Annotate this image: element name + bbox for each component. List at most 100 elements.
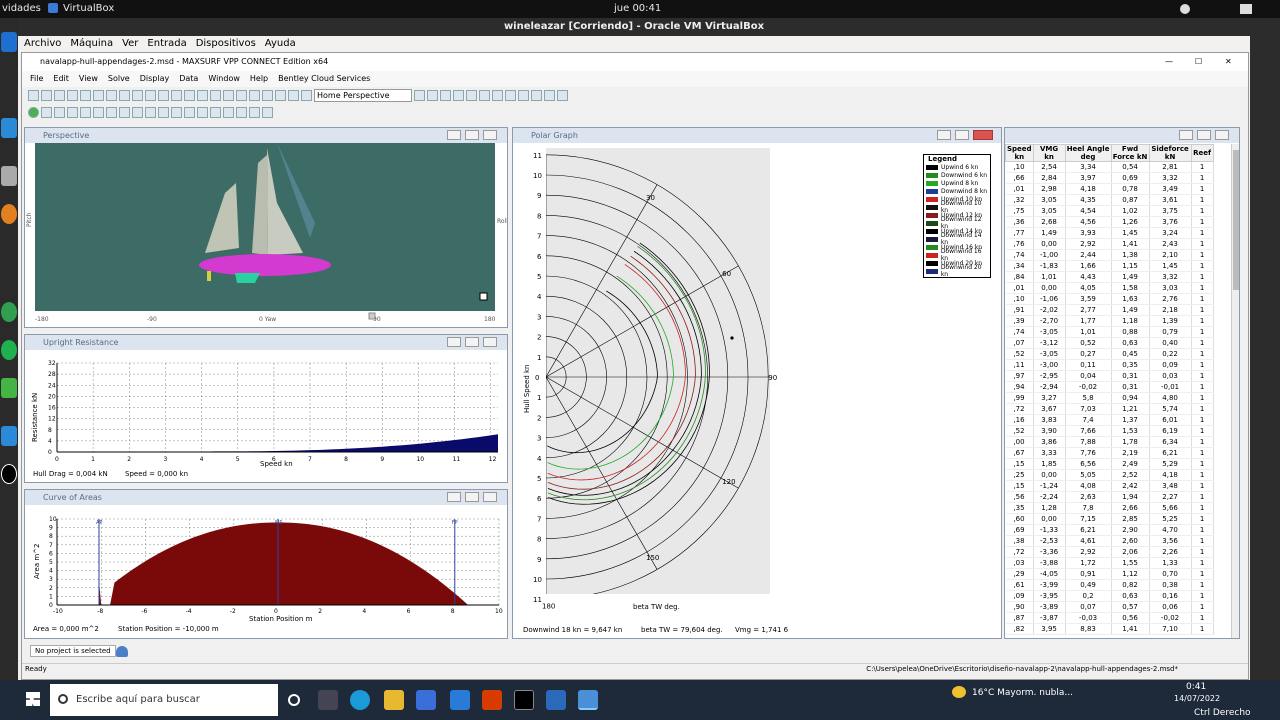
table-cell[interactable]: -4,05 [1033, 568, 1066, 580]
table-cell[interactable]: 3,93 [1065, 227, 1112, 239]
menu-edit[interactable]: Edit [53, 71, 69, 87]
store-icon[interactable] [416, 690, 436, 710]
table-cell[interactable]: 7,03 [1065, 403, 1112, 415]
tool-c-icon[interactable] [67, 107, 78, 118]
minimize-icon[interactable] [937, 130, 951, 140]
rect-icon[interactable] [145, 107, 156, 118]
table-cell[interactable]: 1,12 [1111, 568, 1150, 580]
table-cell[interactable]: 4,80 [1149, 392, 1192, 404]
table-cell[interactable]: 0,2 [1065, 590, 1112, 602]
table-cell[interactable]: ,11 [1005, 359, 1034, 371]
table-row[interactable]: ,94 -2,94 -0,02 0,31 -0,01 1 [1005, 381, 1214, 393]
table-cell[interactable]: 3,05 [1033, 194, 1066, 206]
table-cell[interactable]: 0,94 [1111, 392, 1150, 404]
table-cell[interactable]: 1,77 [1065, 315, 1112, 327]
table-cell[interactable]: 0,49 [1065, 579, 1112, 591]
table-cell[interactable]: -0,03 [1065, 612, 1112, 624]
minimize-icon[interactable] [1179, 130, 1193, 140]
wave2-icon[interactable] [492, 90, 503, 101]
close-doc-icon[interactable] [54, 90, 65, 101]
table-row[interactable]: ,76 0,00 2,92 1,41 2,43 1 [1005, 238, 1214, 250]
maximize-icon[interactable] [465, 130, 479, 140]
table-cell[interactable]: 5,66 [1149, 502, 1192, 514]
table-cell[interactable]: ,67 [1005, 447, 1034, 459]
power-icon[interactable] [1240, 4, 1252, 14]
table-cell[interactable]: 3,27 [1033, 392, 1066, 404]
table-cell[interactable]: 1 [1191, 315, 1214, 327]
print-icon[interactable] [132, 90, 143, 101]
table-cell[interactable]: ,15 [1005, 480, 1034, 492]
table-cell[interactable]: 2,98 [1033, 183, 1066, 195]
close-icon[interactable] [483, 130, 497, 140]
table-cell[interactable]: ,60 [1005, 513, 1034, 525]
table-cell[interactable]: 1,94 [1111, 491, 1150, 503]
table-cell[interactable]: -2,24 [1033, 491, 1066, 503]
table-cell[interactable]: 1 [1191, 172, 1214, 184]
table-cell[interactable]: 1 [1191, 271, 1214, 283]
table-cell[interactable]: 0,87 [1111, 194, 1150, 206]
table-cell[interactable]: 1 [1191, 205, 1214, 217]
table-cell[interactable]: 3,86 [1033, 436, 1066, 448]
table-cell[interactable]: 1,85 [1033, 458, 1066, 470]
table-row[interactable]: ,25 0,00 5,05 2,52 4,18 1 [1005, 469, 1214, 481]
table-cell[interactable]: 1,45 [1111, 227, 1150, 239]
table-cell[interactable]: 5,8 [1065, 392, 1112, 404]
table-cell[interactable]: 1,66 [1065, 260, 1112, 272]
table-scrollbar[interactable] [1231, 144, 1239, 638]
table-cell[interactable]: -1,00 [1033, 249, 1066, 261]
office-dock-icon[interactable] [1, 378, 17, 398]
minimize-icon[interactable] [447, 492, 461, 502]
tool-n-icon[interactable] [249, 107, 260, 118]
table-row[interactable]: ,91 -2,02 2,77 1,49 2,18 1 [1005, 304, 1214, 316]
table-cell[interactable]: 1 [1191, 469, 1214, 481]
circle-icon[interactable] [158, 107, 169, 118]
table-cell[interactable]: 2,92 [1065, 238, 1112, 250]
table-cell[interactable]: 3,34 [1065, 161, 1112, 173]
table-cell[interactable]: 0,00 [1033, 469, 1066, 481]
table-cell[interactable]: ,52 [1005, 348, 1034, 360]
table-cell[interactable]: -3,36 [1033, 546, 1066, 558]
maximize-icon[interactable] [465, 492, 479, 502]
rotate-icon[interactable] [301, 90, 312, 101]
zoom-fit-icon[interactable] [275, 90, 286, 101]
table-cell[interactable]: ,32 [1005, 194, 1034, 206]
column-header[interactable]: Sideforce kN [1148, 144, 1192, 162]
vbox-menu-dispositivos[interactable]: Dispositivos [196, 36, 256, 52]
table-row[interactable]: ,60 0,00 7,15 2,85 5,25 1 [1005, 513, 1214, 525]
firefox-dock-icon[interactable] [1, 204, 17, 224]
tool-h-icon[interactable] [132, 107, 143, 118]
table-cell[interactable]: 0,70 [1149, 568, 1192, 580]
table-cell[interactable]: 2,68 [1033, 216, 1066, 228]
table-cell[interactable]: ,10 [1005, 293, 1034, 305]
table-cell[interactable]: 1,58 [1111, 282, 1150, 294]
table-cell[interactable]: 1 [1191, 425, 1214, 437]
minimize-icon[interactable] [447, 130, 461, 140]
table-row[interactable]: ,10 -1,06 3,59 1,63 2,76 1 [1005, 293, 1214, 305]
table-cell[interactable]: 0,40 [1149, 337, 1192, 349]
table-cell[interactable]: 1,49 [1033, 227, 1066, 239]
table-cell[interactable]: 0,69 [1111, 172, 1150, 184]
maximize-icon[interactable]: ☐ [1195, 53, 1202, 71]
table-cell[interactable]: 1,45 [1149, 260, 1192, 272]
table-cell[interactable]: 2,44 [1065, 249, 1112, 261]
table-cell[interactable]: 3,83 [1033, 414, 1066, 426]
table-row[interactable]: ,72 3,67 7,03 1,21 5,74 1 [1005, 403, 1214, 415]
table-cell[interactable]: 1 [1191, 491, 1214, 503]
table-row[interactable]: ,07 -3,12 0,52 0,63 0,40 1 [1005, 337, 1214, 349]
table-cell[interactable]: 0,27 [1065, 348, 1112, 360]
table-row[interactable]: ,03 -3,88 1,72 1,55 1,33 1 [1005, 557, 1214, 569]
table-cell[interactable]: 7,8 [1065, 502, 1112, 514]
table-cell[interactable]: 1,33 [1149, 557, 1192, 569]
table-row[interactable]: ,72 -3,36 2,92 2,06 2,26 1 [1005, 546, 1214, 558]
table-cell[interactable]: ,16 [1005, 414, 1034, 426]
explorer-icon[interactable] [384, 690, 404, 710]
table-cell[interactable]: 1,26 [1111, 216, 1150, 228]
table-cell[interactable]: 3,32 [1149, 172, 1192, 184]
table-cell[interactable]: -2,53 [1033, 535, 1066, 547]
select-icon[interactable] [171, 90, 182, 101]
tool-l-icon[interactable] [223, 107, 234, 118]
minimize-icon[interactable] [447, 337, 461, 347]
help-dock-icon[interactable] [1, 464, 17, 484]
table-row[interactable]: ,32 3,05 4,35 0,87 3,61 1 [1005, 194, 1214, 206]
vbox-menu-archivo[interactable]: Archivo [24, 36, 61, 52]
